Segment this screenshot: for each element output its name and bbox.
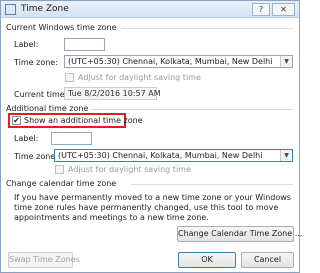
additional-label-caption: Label: — [14, 134, 39, 143]
additional-daylight-checkbox[interactable] — [55, 165, 64, 174]
current-label-input[interactable] — [64, 38, 105, 51]
current-daylight-checkbox[interactable] — [65, 73, 74, 82]
group-divider — [91, 109, 293, 110]
help-button[interactable]: ? — [252, 3, 270, 16]
additional-daylight-label: Adjust for daylight saving time — [68, 165, 191, 174]
cancel-button[interactable]: Cancel — [241, 252, 294, 268]
time-zone-dialog: Time Zone ? ✕ Current Windows time zone … — [0, 0, 302, 273]
current-timezone-select[interactable]: (UTC+05:30) Chennai, Kolkata, Mumbai, Ne… — [64, 55, 293, 68]
chevron-down-icon: ▼ — [280, 56, 292, 67]
current-time-value: Tue 8/2/2016 10:57 AM — [68, 89, 161, 98]
change-calendar-time-zone-button[interactable]: Change Calendar Time Zone ... — [177, 226, 302, 242]
ok-button[interactable]: OK — [178, 252, 236, 268]
group-divider — [121, 28, 293, 29]
current-timezone-value: (UTC+05:30) Chennai, Kolkata, Mumbai, Ne… — [68, 57, 273, 66]
current-timezone-caption: Time zone: — [14, 58, 58, 67]
close-button[interactable]: ✕ — [272, 3, 295, 16]
show-additional-checkbox[interactable]: ✔ — [12, 116, 21, 125]
additional-group-title: Additional time zone — [6, 104, 89, 113]
calendar-icon — [5, 4, 16, 15]
show-additional-label[interactable]: Show an additional time zone — [24, 116, 143, 125]
dialog-title: Time Zone — [21, 4, 69, 14]
additional-timezone-select[interactable]: (UTC+05:30) Chennai, Kolkata, Mumbai, Ne… — [54, 149, 293, 162]
title-bar: Time Zone ? ✕ — [1, 1, 299, 18]
current-label-caption: Label: — [14, 40, 39, 49]
change-group-title: Change calendar time zone — [6, 179, 117, 188]
current-time-caption: Current time: — [14, 90, 68, 99]
additional-timezone-caption: Time zone: — [14, 152, 58, 161]
chevron-down-icon: ▼ — [280, 150, 292, 161]
additional-timezone-value: (UTC+05:30) Chennai, Kolkata, Mumbai, Ne… — [58, 151, 263, 160]
current-daylight-label: Adjust for daylight saving time — [78, 73, 201, 82]
current-group-title: Current Windows time zone — [6, 23, 117, 32]
swap-time-zones-button[interactable]: Swap Time Zones — [8, 252, 80, 268]
additional-label-input[interactable] — [51, 132, 92, 145]
change-description: If you have permanently moved to a new t… — [14, 193, 291, 222]
group-divider — [131, 184, 293, 185]
current-time-field: Tue 8/2/2016 10:57 AM — [64, 87, 161, 100]
